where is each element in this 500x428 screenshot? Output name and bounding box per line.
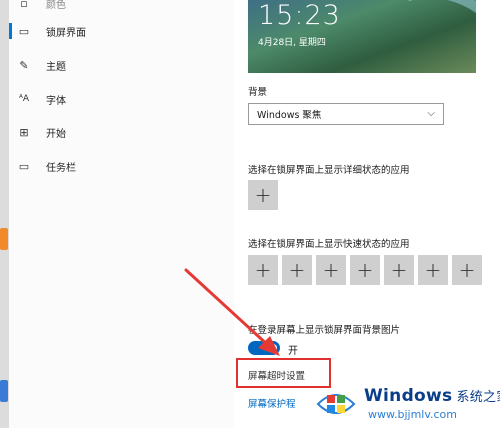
palette-icon: ▫ (20, 0, 28, 10)
background-select[interactable]: Windows 聚焦 ⌵ (248, 103, 444, 125)
add-quick-app-button[interactable]: + (350, 255, 380, 285)
chevron-down-icon: ⌵ (427, 108, 435, 119)
plus-icon: + (288, 258, 306, 282)
plus-icon: + (356, 258, 374, 282)
app-icon (0, 380, 8, 402)
add-quick-app-button[interactable]: + (316, 255, 346, 285)
windows-logo-icon (316, 394, 356, 414)
preview-date: 4月28日, 星期四 (258, 38, 326, 48)
plus-icon: + (390, 258, 408, 282)
start-icon: ⊞ (19, 125, 29, 139)
add-quick-app-button[interactable]: + (282, 255, 312, 285)
detailed-status-label: 选择在锁屏界面上显示详细状态的应用 (248, 165, 410, 176)
nav-item-lock-screen[interactable]: ▭ 锁屏界面 (9, 14, 234, 48)
plus-icon: + (254, 183, 272, 207)
plus-icon: + (424, 258, 442, 282)
add-quick-app-button[interactable]: + (248, 255, 278, 285)
quick-status-label: 选择在锁屏界面上显示快速状态的应用 (248, 239, 410, 250)
lock-screen-preview: 15:23 4月28日, 星期四 (248, 0, 476, 73)
settings-nav: ▫ 颜色 ▭ 锁屏界面 ✎ 主题 ᴬA 字体 ⊞ 开始 ▭ 任务栏 (9, 0, 234, 428)
app-icon (0, 228, 8, 250)
watermark-title: Windows系统之家 (364, 386, 500, 406)
watermark-url: www.bjjmlv.com (368, 408, 457, 421)
add-quick-app-button[interactable]: + (452, 255, 482, 285)
taskbar-icon: ▭ (18, 159, 30, 173)
add-quick-app-button[interactable]: + (418, 255, 448, 285)
screensaver-link[interactable]: 屏幕保护程 (248, 396, 296, 410)
nav-item-taskbar[interactable]: ▭ 任务栏 (9, 149, 234, 183)
toggle-state: 开 (288, 346, 298, 357)
add-detailed-app-button[interactable]: + (248, 180, 278, 210)
desktop-edge (0, 0, 9, 428)
nav-item-theme[interactable]: ✎ 主题 (9, 48, 234, 82)
nav-item-start[interactable]: ⊞ 开始 (9, 115, 234, 149)
add-quick-app-button[interactable]: + (384, 255, 414, 285)
lock-screen-icon: ▭ (18, 24, 30, 38)
watermark: Windows系统之家 www.bjjmlv.com (312, 378, 500, 428)
plus-icon: + (322, 258, 340, 282)
plus-icon: + (254, 258, 272, 282)
nav-item-font[interactable]: ᴬA 字体 (9, 82, 234, 116)
signin-background-toggle[interactable] (248, 341, 280, 355)
signin-background-label: 在登录屏幕上显示锁屏界面背景图片 (248, 325, 401, 336)
theme-icon: ✎ (19, 58, 29, 72)
background-label: 背景 (248, 87, 268, 98)
font-icon: ᴬA (18, 94, 30, 104)
preview-time: 15:23 (258, 0, 341, 31)
plus-icon: + (458, 258, 476, 282)
